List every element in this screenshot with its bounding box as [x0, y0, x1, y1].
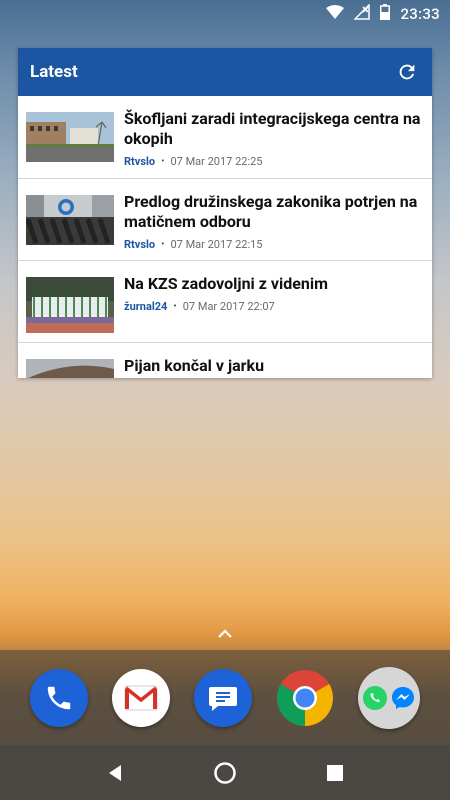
news-list: Škofljani zaradi integracijskega centra … — [18, 96, 432, 378]
back-icon[interactable] — [95, 753, 135, 793]
wifi-icon — [326, 5, 345, 23]
news-source: Rtvslo — [124, 238, 156, 251]
widget-title: Latest — [30, 62, 78, 82]
meta-separator: • — [161, 239, 165, 250]
status-bar: 23:33 — [0, 0, 450, 28]
status-time: 23:33 — [400, 5, 440, 23]
news-source: žurnal24 — [124, 300, 168, 313]
meta-separator: • — [161, 156, 165, 167]
refresh-icon[interactable] — [394, 59, 420, 85]
news-headline: Pijan končal v jarku — [124, 356, 265, 375]
home-icon[interactable] — [205, 753, 245, 793]
news-thumbnail — [26, 112, 114, 162]
news-item[interactable]: Pijan končal v jarku — [18, 342, 432, 378]
news-item[interactable]: Predlog družinskega zakonika potrjen na … — [18, 178, 432, 260]
meta-separator: • — [173, 301, 177, 312]
news-meta: Rtvslo • 07 Mar 2017 22:15 — [124, 238, 424, 251]
navigation-bar — [0, 745, 450, 800]
messages-icon[interactable] — [194, 668, 252, 727]
widget-header: Latest — [18, 48, 432, 96]
gmail-icon[interactable] — [112, 668, 170, 727]
phone-icon[interactable] — [30, 668, 88, 727]
news-headline: Predlog družinskega zakonika potrjen na … — [124, 192, 418, 231]
battery-icon — [380, 4, 391, 24]
chrome-icon[interactable] — [276, 669, 334, 727]
news-source: Rtvslo — [124, 155, 156, 168]
app-dock — [0, 650, 450, 745]
news-item[interactable]: Na KZS zadovoljni z videnim žurnal24 • 0… — [18, 260, 432, 342]
news-date: 07 Mar 2017 22:15 — [170, 238, 263, 251]
no-signal-icon — [353, 3, 371, 24]
chevron-up-icon[interactable] — [213, 624, 237, 642]
news-meta: žurnal24 • 07 Mar 2017 22:07 — [124, 300, 424, 313]
folder-icon[interactable] — [358, 666, 420, 729]
news-meta: Rtvslo • 07 Mar 2017 22:25 — [124, 155, 424, 168]
news-date: 07 Mar 2017 22:25 — [170, 155, 263, 168]
recents-icon[interactable] — [315, 753, 355, 793]
news-headline: Na KZS zadovoljni z videnim — [124, 274, 328, 293]
news-headline: Škofljani zaradi integracijskega centra … — [124, 109, 421, 148]
news-thumbnail — [26, 277, 114, 333]
news-thumbnail — [25, 195, 114, 245]
news-widget: Latest Škofljani zaradi integracijskega … — [18, 48, 432, 378]
news-item[interactable]: Škofljani zaradi integracijskega centra … — [18, 96, 432, 178]
news-date: 07 Mar 2017 22:07 — [182, 300, 275, 313]
news-thumbnail — [26, 359, 114, 378]
